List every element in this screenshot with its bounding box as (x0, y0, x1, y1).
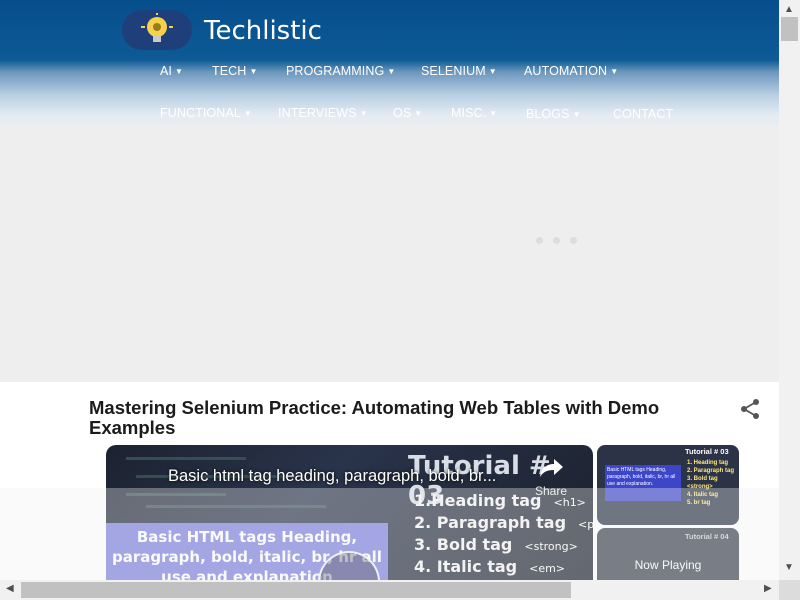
horizontal-scrollbar[interactable]: ◀ ▶ (0, 580, 779, 600)
video-share-label[interactable]: Share (535, 484, 567, 498)
chevron-down-icon: ▼ (243, 109, 252, 118)
video-share-icon[interactable] (537, 453, 567, 483)
now-playing-label: Now Playing (634, 558, 702, 572)
playlist-thumbnail[interactable]: Tutorial # 03 Basic HTML tags Heading, p… (597, 445, 739, 525)
scroll-right-icon[interactable]: ▶ (764, 583, 772, 594)
nav-item-misc[interactable]: MISC. ▼ (451, 106, 497, 120)
loading-dot (570, 237, 577, 244)
chevron-down-icon: ▼ (387, 67, 396, 76)
tutorial-list: 1.Heading tag<h1> 2. Paragraph tag<p> 3.… (414, 491, 593, 579)
nav-item-programming[interactable]: PROGRAMMING ▼ (286, 64, 395, 78)
nav-item-os[interactable]: OS ▼ (393, 106, 422, 120)
nav-item-blogs[interactable]: BLOGS ▼ (526, 107, 581, 121)
site-title[interactable]: Techlistic (204, 16, 322, 46)
vertical-scrollbar[interactable]: ▲ ▼ (779, 0, 800, 580)
thumbnail-card: Basic HTML tags Heading, paragraph, bold… (605, 465, 681, 501)
tutorial-item: 2. Paragraph tag<p> (414, 513, 593, 532)
scroll-down-icon[interactable]: ▼ (784, 562, 794, 573)
horizontal-scroll-thumb[interactable] (21, 582, 571, 598)
nav-item-tech[interactable]: TECH ▼ (212, 64, 257, 78)
share-icon[interactable] (739, 398, 761, 420)
chevron-down-icon: ▼ (414, 109, 423, 118)
chevron-down-icon: ▼ (359, 109, 368, 118)
ad-placeholder (0, 130, 779, 382)
post-title[interactable]: Mastering Selenium Practice: Automating … (89, 398, 709, 438)
lightbulb-gear-icon (141, 13, 173, 42)
video-caption[interactable]: Basic html tag heading, paragraph, bold,… (168, 467, 496, 486)
code-line (146, 505, 326, 508)
code-line (126, 493, 226, 496)
nav-item-functional[interactable]: FUNCTIONAL ▼ (160, 106, 252, 120)
chevron-down-icon: ▼ (175, 67, 184, 76)
code-line (126, 457, 246, 460)
thumbnail-title: Tutorial # 03 (685, 447, 729, 456)
chevron-down-icon: ▼ (249, 67, 258, 76)
video-player[interactable]: Basic HTML tags Heading, paragraph, bold… (106, 445, 593, 590)
chevron-down-icon: ▼ (610, 67, 619, 76)
site-logo[interactable] (122, 10, 192, 50)
chevron-down-icon: ▼ (489, 109, 498, 118)
chevron-down-icon: ▼ (572, 110, 581, 119)
scroll-left-icon[interactable]: ◀ (6, 583, 14, 594)
chevron-down-icon: ▼ (488, 67, 497, 76)
nav-item-selenium[interactable]: SELENIUM ▼ (421, 64, 497, 78)
vertical-scroll-thumb[interactable] (781, 17, 798, 41)
scroll-up-icon[interactable]: ▲ (784, 4, 794, 15)
nav-item-automation[interactable]: AUTOMATION ▼ (524, 64, 618, 78)
loading-dot (553, 237, 560, 244)
thumbnail-list: 1. Heading tag 2. Paragraph tag 3. Bold … (687, 460, 735, 506)
nav-item-interviews[interactable]: INTERVIEWS ▼ (278, 106, 368, 120)
thumbnail-title: Tutorial # 04 (685, 532, 729, 541)
nav-item-ai[interactable]: AI ▼ (160, 64, 183, 78)
tutorial-item: 4. Italic tag <em> (414, 557, 566, 576)
tutorial-item: 3. Bold tag <strong> (414, 535, 578, 554)
scrollbar-corner (779, 580, 800, 600)
nav-item-contact[interactable]: CONTACT (613, 107, 673, 121)
loading-dot (536, 237, 543, 244)
site-header: Techlistic AI ▼ TECH ▼ PROGRAMMING ▼ SELENI… (0, 0, 779, 130)
